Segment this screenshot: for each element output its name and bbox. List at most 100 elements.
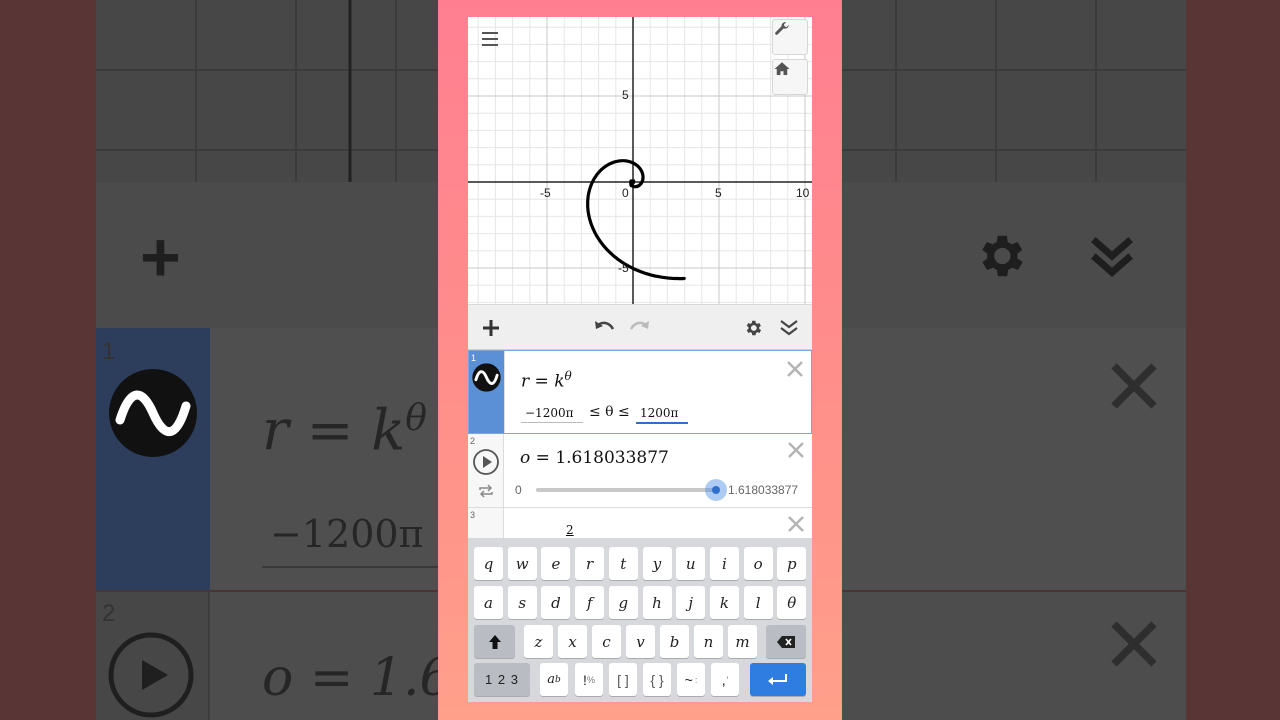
redo-button[interactable]	[624, 305, 654, 351]
comma-key[interactable]: , ′	[711, 663, 739, 696]
formula-lhs: r	[521, 371, 530, 392]
background-expression-2-sidebar: 2	[96, 592, 210, 720]
key-q[interactable]: q	[474, 547, 503, 580]
key-b[interactable]: b	[660, 625, 689, 658]
prime-key-label: ′	[726, 674, 729, 685]
key-t[interactable]: t	[608, 547, 638, 580]
graph-home-button[interactable]	[772, 59, 808, 95]
expression-2-sidebar: 2	[468, 434, 504, 507]
key-e[interactable]: e	[541, 547, 571, 580]
background-expr1-exponent: θ	[405, 398, 427, 439]
background-index-2: 2	[102, 600, 116, 627]
expression-1-formula[interactable]: r = kθ	[521, 369, 572, 392]
expression-item-3[interactable]: 3 2	[468, 508, 812, 540]
expression-item-1[interactable]: 1 r = kθ −1200π ≤ θ ≤ 1200π	[468, 350, 812, 434]
domain-min-input[interactable]: −1200π	[521, 406, 583, 423]
spiral-curve[interactable]	[586, 159, 686, 281]
expression-toolbar	[468, 304, 812, 350]
subscript-key-base: a	[547, 672, 555, 687]
backspace-key[interactable]	[766, 625, 806, 658]
delete-expression-icon[interactable]	[785, 359, 805, 379]
expression-1-sidebar[interactable]: 1	[469, 351, 505, 433]
factorial-key[interactable]: !%	[575, 663, 603, 696]
key-v[interactable]: v	[626, 625, 655, 658]
y-tick-label: 5	[622, 88, 629, 102]
delete-expression-icon[interactable]	[786, 514, 806, 534]
braces-key[interactable]: { }	[643, 663, 671, 696]
key-m[interactable]: m	[728, 625, 757, 658]
key-y[interactable]: y	[642, 547, 672, 580]
key-j[interactable]: j	[676, 586, 706, 619]
key-w[interactable]: w	[507, 547, 537, 580]
background-close-icon-2	[1111, 621, 1157, 667]
brackets-key[interactable]: [ ]	[609, 663, 637, 696]
key-i[interactable]: i	[709, 547, 739, 580]
play-icon[interactable]	[472, 448, 500, 476]
background-plus-icon: +	[140, 218, 181, 296]
key-a[interactable]: a	[474, 586, 503, 619]
delete-expression-icon[interactable]	[786, 440, 806, 460]
key-n[interactable]: n	[694, 625, 723, 658]
key-r[interactable]: r	[575, 547, 605, 580]
key-theta[interactable]: θ	[777, 586, 807, 619]
subscript-key[interactable]: ab	[540, 663, 568, 696]
expression-item-2[interactable]: 2 o = 1.618033877 0 1.618033877	[468, 434, 812, 508]
graph-settings-button[interactable]	[772, 19, 808, 55]
gear-icon	[746, 320, 762, 336]
background-right-band	[1186, 0, 1280, 720]
shift-key[interactable]	[474, 625, 515, 658]
tilde-key-label: ~	[684, 671, 693, 688]
key-x[interactable]: x	[558, 625, 587, 658]
comma-key-label: ,	[721, 671, 726, 688]
home-icon	[774, 62, 790, 75]
key-p[interactable]: p	[777, 547, 807, 580]
add-expression-button[interactable]	[476, 305, 506, 351]
formula-base: k	[554, 371, 565, 392]
slider-min-label[interactable]: 0	[515, 483, 522, 497]
key-h[interactable]: h	[642, 586, 672, 619]
slider-track[interactable]	[536, 479, 727, 501]
expression-3-input[interactable]: 2	[566, 523, 574, 537]
numbers-key[interactable]: 1 2 3	[474, 663, 530, 696]
key-l[interactable]: l	[743, 586, 773, 619]
background-wave-icon	[109, 369, 197, 457]
plus-icon	[483, 320, 499, 336]
background-close-icon-1	[1111, 363, 1157, 409]
key-s[interactable]: s	[507, 586, 537, 619]
key-c[interactable]: c	[592, 625, 621, 658]
wave-style-icon[interactable]	[472, 363, 501, 392]
background-left-band	[0, 0, 96, 720]
background-index-1: 1	[102, 338, 116, 365]
key-u[interactable]: u	[676, 547, 706, 580]
subscript-key-sub: b	[555, 674, 561, 685]
background-collapse-icon	[1091, 237, 1133, 277]
hamburger-menu-icon[interactable]	[478, 27, 502, 51]
key-z[interactable]: z	[524, 625, 553, 658]
colon-key-label: :	[694, 674, 698, 685]
double-chevron-down-icon	[780, 320, 798, 336]
undo-button[interactable]	[590, 305, 620, 351]
x-tick-label: 5	[715, 186, 722, 200]
x-tick-label: 0	[622, 186, 629, 200]
domain-max-input[interactable]: 1200π	[636, 406, 688, 424]
settings-button[interactable]	[738, 305, 768, 351]
slider-fill	[536, 488, 716, 492]
background-expression-1-sidebar: 1	[96, 328, 210, 590]
collapse-list-button[interactable]	[774, 305, 804, 351]
tilde-key[interactable]: ~:	[677, 663, 705, 696]
background-play-icon	[108, 632, 194, 718]
slider-max-label[interactable]: 1.618033877	[728, 483, 798, 497]
graph-canvas[interactable]: -5 0 5 10 5 -5	[468, 17, 812, 304]
key-o[interactable]: o	[743, 547, 773, 580]
expression-2-formula[interactable]: o = 1.618033877	[520, 448, 669, 468]
key-k[interactable]: k	[709, 586, 739, 619]
slider-thumb[interactable]	[705, 479, 727, 501]
key-g[interactable]: g	[608, 586, 638, 619]
enter-key[interactable]	[750, 663, 806, 696]
expression-index: 1	[471, 353, 477, 363]
background-expr1-lhs: r = k	[262, 398, 406, 464]
x-tick-label: -5	[540, 186, 551, 200]
key-d[interactable]: d	[541, 586, 571, 619]
key-f[interactable]: f	[575, 586, 605, 619]
loop-icon[interactable]	[478, 484, 494, 498]
